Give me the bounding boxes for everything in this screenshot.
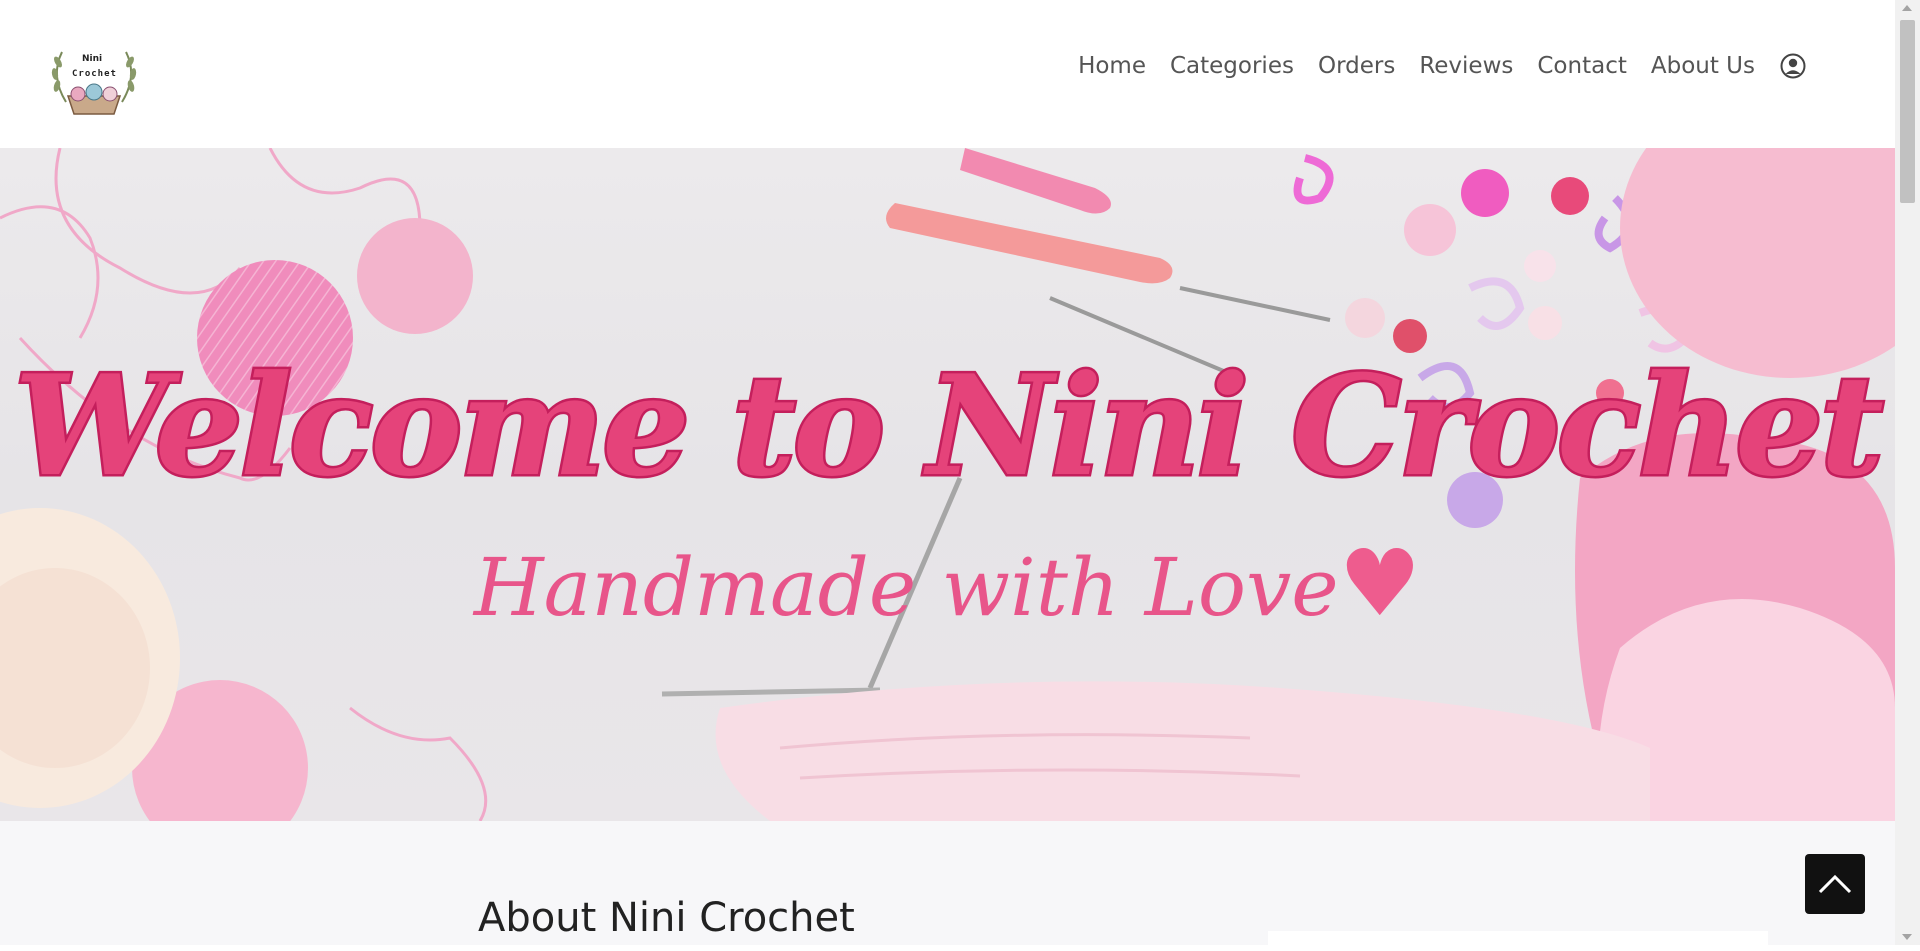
nav-orders[interactable]: Orders xyxy=(1306,53,1407,79)
nav-contact[interactable]: Contact xyxy=(1525,53,1638,79)
nav-reviews[interactable]: Reviews xyxy=(1407,53,1525,79)
hero-subtitle: Handmade with Love♥ xyxy=(0,530,1895,637)
nav-categories[interactable]: Categories xyxy=(1158,53,1306,79)
scroll-to-top-button[interactable] xyxy=(1805,854,1865,914)
scroll-down-arrow-icon[interactable] xyxy=(1902,934,1912,940)
about-card xyxy=(1268,931,1768,951)
hero-subtitle-text: Handmade with Love xyxy=(473,541,1339,634)
scroll-up-arrow-icon[interactable] xyxy=(1902,5,1912,11)
chevron-up-icon xyxy=(1818,874,1852,894)
logo-text-line2: Crochet xyxy=(72,69,117,79)
brand-logo[interactable]: Nini Crochet xyxy=(44,38,144,120)
logo-text-line1: Nini xyxy=(82,54,103,64)
logo-emblem-icon xyxy=(51,51,137,115)
hero-title: Welcome to Nini Crochet xyxy=(12,342,1887,510)
scrollbar-thumb[interactable] xyxy=(1900,20,1915,203)
hero-banner: Welcome to Nini Crochet Handmade with Lo… xyxy=(0,148,1895,821)
about-section: About Nini Crochet xyxy=(0,821,1895,951)
nav-home[interactable]: Home xyxy=(1066,53,1158,79)
heart-icon: ♥ xyxy=(1338,530,1422,637)
main-nav: Home Categories Orders Reviews Contact A… xyxy=(1066,52,1807,80)
user-circle-icon[interactable] xyxy=(1779,52,1807,80)
about-title: About Nini Crochet xyxy=(478,895,855,941)
page-scrollbar[interactable] xyxy=(1895,0,1920,945)
nav-about-us[interactable]: About Us xyxy=(1639,53,1767,79)
navbar: Nini Crochet Home Categories Orders Revi… xyxy=(0,0,1895,148)
